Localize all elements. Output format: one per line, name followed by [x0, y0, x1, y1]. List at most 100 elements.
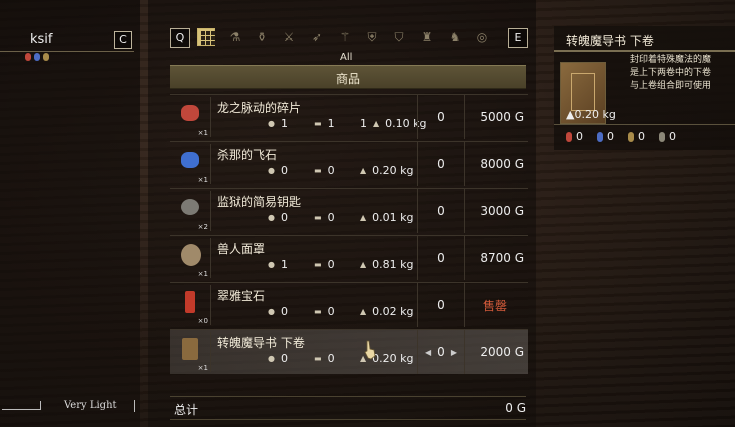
detail-description: 封印着特殊魔法的魔 是上下两卷中的下卷 与上卷组合即可使用	[630, 55, 712, 91]
weight-bar	[2, 401, 41, 410]
stat-1: ● 0	[268, 352, 288, 365]
item-price: 8700 G	[480, 251, 524, 265]
stat-1: ● 0	[268, 211, 288, 224]
item-weight: ▲ 0.02 kg	[360, 305, 414, 318]
fire-icon	[25, 53, 31, 61]
item-detail-panel: 转魄魔导书 下卷 封印着特殊魔法的魔 是上下两卷中的下卷 与上卷组合即可使用 ▲…	[554, 26, 735, 150]
stat-2: ▬ 0	[314, 305, 335, 318]
stat-2: ▬ 0	[314, 258, 335, 271]
stock-count: 0	[417, 283, 465, 327]
item-qty: ×2	[197, 223, 208, 231]
weight-icon: ▲	[360, 260, 367, 269]
tab-jewelry-icon[interactable]: ◎	[475, 30, 489, 44]
ice-icon	[597, 131, 603, 142]
ice-icon	[34, 53, 40, 61]
armor-icon	[659, 131, 665, 142]
item-weight: ▲ 0.20 kg	[360, 164, 414, 177]
tab-cloak-icon[interactable]: ♞	[448, 30, 462, 44]
item-row-selected[interactable]: ×1 转魄魔导书 下卷 ● 0 ▬ 0 ▲ 0.20 kg ◀ 0 ▶ 2000 G	[170, 329, 528, 374]
item-thumbnail: ×1	[170, 144, 211, 184]
total-label: 总计	[174, 403, 199, 417]
stat-2-icon: ▬	[314, 307, 322, 316]
blue-stone-icon	[181, 152, 199, 168]
weight-label: Very Light	[64, 400, 117, 411]
player-name: ksif	[30, 32, 53, 47]
stat-2: ▬ 0	[314, 164, 335, 177]
detail-resistances: 0 0 0 0	[566, 130, 676, 143]
item-weight: ▲ 0.81 kg	[360, 258, 414, 271]
item-thumbnail: ×0	[170, 285, 211, 325]
item-row[interactable]: ×1 杀那的飞石 ● 0 ▬ 0 ▲ 0.20 kg 0 8000 G	[170, 141, 528, 186]
item-row[interactable]: ×0 翠雅宝石 ● 0 ▬ 0 ▲ 0.02 kg 0 售罄	[170, 282, 528, 327]
resist-other: 0	[659, 130, 676, 143]
fire-icon	[566, 131, 572, 142]
stat-2-icon: ▬	[314, 354, 322, 363]
item-name: 龙之脉动的碎片	[217, 101, 302, 115]
resist-ice: 0	[597, 130, 614, 143]
stat-2-icon: ▬	[314, 260, 322, 269]
detail-divider	[554, 50, 735, 52]
tab-armor-icon[interactable]: ⛨	[365, 30, 379, 44]
stat-1: ● 0	[268, 305, 288, 318]
quantity-stepper[interactable]: ◀ 0 ▶	[417, 330, 465, 374]
weight-indicator: Very Light	[0, 398, 140, 418]
stat-2-icon: ▬	[314, 119, 322, 128]
tab-next-button[interactable]: E	[508, 28, 528, 48]
stat-1-icon: ●	[268, 354, 275, 363]
tab-shield-icon[interactable]: ⛉	[392, 30, 406, 44]
item-row[interactable]: ×1 兽人面罩 ● 1 ▬ 0 ▲ 0.81 kg 0 8700 G	[170, 235, 528, 280]
item-thumbnail: ×1	[170, 238, 211, 278]
quantity-value: 0	[437, 345, 445, 359]
section-header: 商品	[170, 65, 526, 89]
stock-count: 0	[417, 189, 465, 233]
tab-bow-icon[interactable]: ➶	[310, 30, 324, 44]
stat-1-icon: ●	[268, 307, 275, 316]
item-price: 8000 G	[480, 157, 524, 171]
hand-cursor-icon	[364, 340, 376, 360]
item-name: 杀那的飞石	[217, 148, 278, 162]
total-row: 总计 0 G	[170, 396, 526, 420]
tab-tools-icon[interactable]: ⚗	[228, 30, 242, 44]
stat-2: ▬ 0	[314, 352, 335, 365]
stock-count: 0	[417, 142, 465, 186]
player-header: ksif C	[0, 29, 134, 52]
close-button[interactable]: C	[114, 31, 132, 49]
item-price: 3000 G	[480, 204, 524, 218]
weight-icon: ▲	[360, 166, 367, 175]
item-name: 兽人面罩	[217, 242, 266, 256]
sold-out-label: 售罄	[482, 298, 507, 313]
resist-icons	[25, 53, 49, 61]
dragon-shard-icon	[181, 105, 199, 121]
detail-separator	[554, 124, 735, 125]
item-name: 翠雅宝石	[217, 289, 266, 303]
thunder-icon	[43, 53, 49, 61]
item-thumbnail: ×1	[170, 97, 211, 137]
tab-staff-icon[interactable]: ⚚	[338, 30, 352, 44]
stock-count: 0	[417, 236, 465, 280]
beast-mask-icon	[181, 244, 201, 266]
player-panel: ksif C Very Light	[0, 0, 140, 427]
resist-fire: 0	[566, 130, 583, 143]
key-icon	[181, 199, 199, 215]
stat-2-icon: ▬	[314, 213, 322, 222]
decrease-arrow-icon[interactable]: ◀	[425, 348, 431, 357]
tab-prev-button[interactable]: Q	[170, 28, 190, 48]
detail-title: 转魄魔导书 下卷	[566, 34, 654, 48]
stat-2: ▬ 1	[314, 117, 335, 130]
tab-legs-icon[interactable]: ♜	[420, 30, 434, 44]
weight-icon: ▲	[373, 119, 380, 128]
stat-1-icon: ●	[268, 119, 275, 128]
item-name: 监狱的简易钥匙	[217, 195, 302, 209]
item-qty: ×0	[197, 317, 208, 325]
category-tabs: Q ⚗ ⚱ ⚔ ➶ ⚚ ⛨ ⛉ ♜ ♞ ◎ E	[170, 28, 528, 50]
stock-count: 0	[417, 95, 465, 139]
tab-all[interactable]	[197, 28, 215, 46]
item-row[interactable]: ×1 龙之脉动的碎片 ● 1 ▬ 1 1 ▲ 0.10 kg 0 5000 G	[170, 94, 528, 139]
item-row[interactable]: ×2 监狱的简易钥匙 ● 0 ▬ 0 ▲ 0.01 kg 0 3000 G	[170, 188, 528, 233]
item-qty: ×1	[197, 364, 208, 372]
weight-icon: ▲	[360, 307, 367, 316]
tab-materials-icon[interactable]: ⚱	[255, 30, 269, 44]
resist-thunder: 0	[628, 130, 645, 143]
tab-weapons-icon[interactable]: ⚔	[282, 30, 296, 44]
increase-arrow-icon[interactable]: ▶	[451, 348, 457, 357]
